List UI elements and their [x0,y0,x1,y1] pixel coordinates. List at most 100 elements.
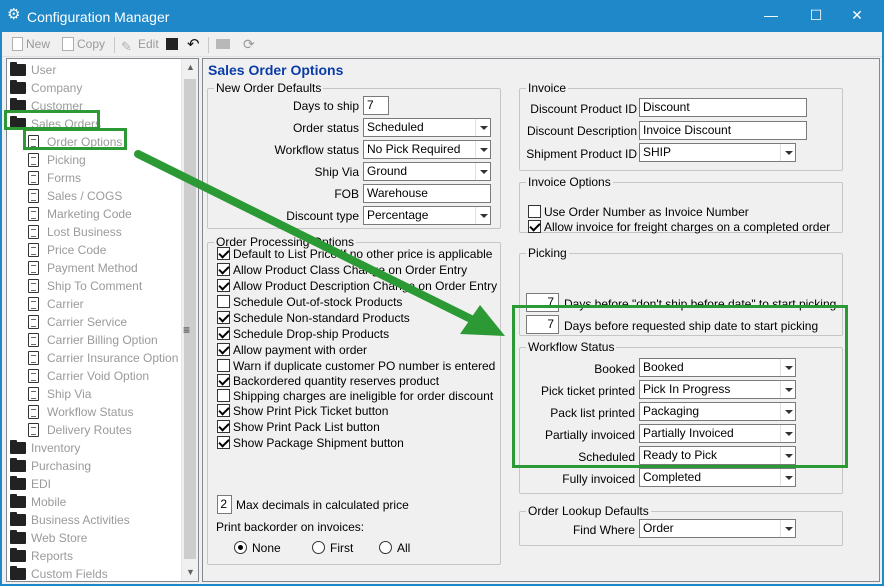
discount-product-id-input[interactable]: Discount [639,98,807,117]
tree-item[interactable]: Customer [10,97,83,115]
folder-open-icon [10,116,26,130]
tree-item[interactable]: Workflow Status [28,403,133,421]
scroll-thumb[interactable] [184,79,196,559]
close-button[interactable]: ✕ [838,2,876,28]
order-processing-checkbox[interactable]: Warn if duplicate customer PO number is … [217,359,495,375]
workflow-status-row-value: Completed [643,470,702,484]
new-button[interactable]: New [12,35,50,54]
workflow-status-select[interactable]: No Pick Required [363,140,491,159]
workflow-status-row-select[interactable]: Completed [639,468,796,487]
undo-button[interactable]: ↶ [187,35,200,54]
chevron-down-icon[interactable] [780,520,795,537]
tree-item[interactable]: Lost Business [28,223,122,241]
tree-item[interactable]: Delivery Routes [28,421,132,439]
order-processing-checkbox[interactable]: Allow payment with order [217,343,367,359]
minimize-button[interactable]: — [752,2,790,28]
maximize-button[interactable]: ☐ [797,2,835,28]
order-processing-checkbox[interactable]: Show Print Pick Ticket button [217,404,388,420]
order-processing-checkbox[interactable]: Allow Product Class Change on Order Entr… [217,263,467,279]
chevron-down-icon[interactable] [475,141,490,158]
tree-item[interactable]: Business Activities [10,511,130,529]
tree-item[interactable]: Sales Orders [10,115,101,133]
tree-item[interactable]: Order Options [28,133,122,151]
order-processing-checkbox[interactable]: Shipping charges are ineligible for orde… [217,389,493,405]
tree-item[interactable]: Carrier Service [28,313,127,331]
tree-item[interactable]: Company [10,79,82,97]
tree-item[interactable]: Payment Method [28,259,138,277]
save-button[interactable] [166,35,181,54]
checkbox-label: Use Order Number as Invoice Number [544,205,749,219]
tree-item[interactable]: Mobile [10,493,66,511]
chevron-down-icon[interactable] [475,207,490,224]
chevron-down-icon[interactable] [780,359,795,376]
chevron-down-icon[interactable] [780,425,795,442]
tree-item[interactable]: Ship Via [28,385,91,403]
navigation-tree: User Company Customer Sales Orders Order Opt… [6,58,199,582]
tree-item[interactable]: Carrier Billing Option [28,331,158,349]
max-decimals-input[interactable]: 2 [217,495,232,514]
save-icon [166,38,178,50]
picking-days-before-dont-ship-input[interactable]: 7 [526,293,559,312]
workflow-status-row-select[interactable]: Partially Invoiced [639,424,796,443]
tree-item-label: Carrier Billing Option [47,333,158,347]
chevron-down-icon[interactable] [780,144,795,161]
radio-all[interactable]: All [379,541,410,555]
order-processing-checkbox[interactable]: Schedule Non-standard Products [217,311,410,327]
chevron-down-icon[interactable] [475,163,490,180]
chevron-down-icon[interactable] [475,119,490,136]
scroll-up-arrow-icon[interactable]: ▲ [182,59,198,76]
discount-type-select[interactable]: Percentage [363,206,491,225]
workflow-status-row-select[interactable]: Ready to Pick [639,446,796,465]
edit-button[interactable]: ✎ Edit [121,35,159,54]
tree-item[interactable]: Marketing Code [28,205,132,223]
tree-item[interactable]: Carrier Insurance Option [28,349,178,367]
discount-description-input[interactable]: Invoice Discount [639,121,807,140]
print-button[interactable] [216,35,233,54]
order-processing-checkbox[interactable]: Show Package Shipment button [217,436,404,452]
chevron-down-icon[interactable] [780,381,795,398]
splitter-grip-icon[interactable]: ≡ [183,323,190,337]
workflow-status-row-select[interactable]: Pick In Progress [639,380,796,399]
order-processing-checkbox[interactable]: Default to List Price if no other price … [217,247,492,263]
allow-freight-invoice-checkbox[interactable]: Allow invoice for freight charges on a c… [528,220,830,236]
radio-none[interactable]: None [234,541,281,555]
chevron-down-icon[interactable] [780,469,795,486]
tree-item[interactable]: Carrier Void Option [28,367,149,385]
chevron-down-icon[interactable] [780,447,795,464]
scroll-down-arrow-icon[interactable]: ▼ [182,564,198,581]
copy-button[interactable]: Copy [62,35,105,54]
tree-item[interactable]: Web Store [10,529,87,547]
workflow-status-row-select[interactable]: Booked [639,358,796,377]
order-processing-checkbox[interactable]: Schedule Out-of-stock Products [217,295,402,311]
tree-item[interactable]: Picking [28,151,86,169]
refresh-button[interactable]: ⟳ [243,35,255,54]
tree-item[interactable]: Price Code [28,241,106,259]
tree-item-label: Order Options [47,135,123,149]
tree-item[interactable]: User [10,61,56,79]
tree-item[interactable]: Reports [10,547,73,565]
shipment-product-id-select[interactable]: SHIP [639,143,796,162]
radio-first[interactable]: First [312,541,353,555]
picking-days-before-requested-input[interactable]: 7 [526,315,559,334]
order-processing-checkbox[interactable]: Allow Product Description Change on Orde… [217,279,497,295]
find-where-select[interactable]: Order [639,519,796,538]
use-order-number-checkbox[interactable]: Use Order Number as Invoice Number [528,205,749,221]
tree-item[interactable]: Purchasing [10,457,91,475]
chevron-down-icon[interactable] [780,403,795,420]
workflow-status-row-select[interactable]: Packaging [639,402,796,421]
order-status-select[interactable]: Scheduled [363,118,491,137]
tree-item[interactable]: Inventory [10,439,80,457]
tree-item[interactable]: Custom Fields [10,565,108,581]
order-processing-checkbox[interactable]: Show Print Pack List button [217,420,380,436]
tree-item[interactable]: Ship To Comment [28,277,142,295]
tree-item[interactable]: Sales / COGS [28,187,122,205]
tree-item[interactable]: Forms [28,169,81,187]
order-processing-checkbox[interactable]: Schedule Drop-ship Products [217,327,389,343]
tree-scrollbar[interactable]: ▲ ▼ [181,59,198,581]
days-to-ship-input[interactable]: 7 [363,96,389,115]
fob-input[interactable]: Warehouse [363,184,491,203]
ship-via-select[interactable]: Ground [363,162,491,181]
tree-item[interactable]: Carrier [28,295,84,313]
tree-item[interactable]: EDI [10,475,51,493]
order-processing-checkbox[interactable]: Backordered quantity reserves product [217,374,439,390]
